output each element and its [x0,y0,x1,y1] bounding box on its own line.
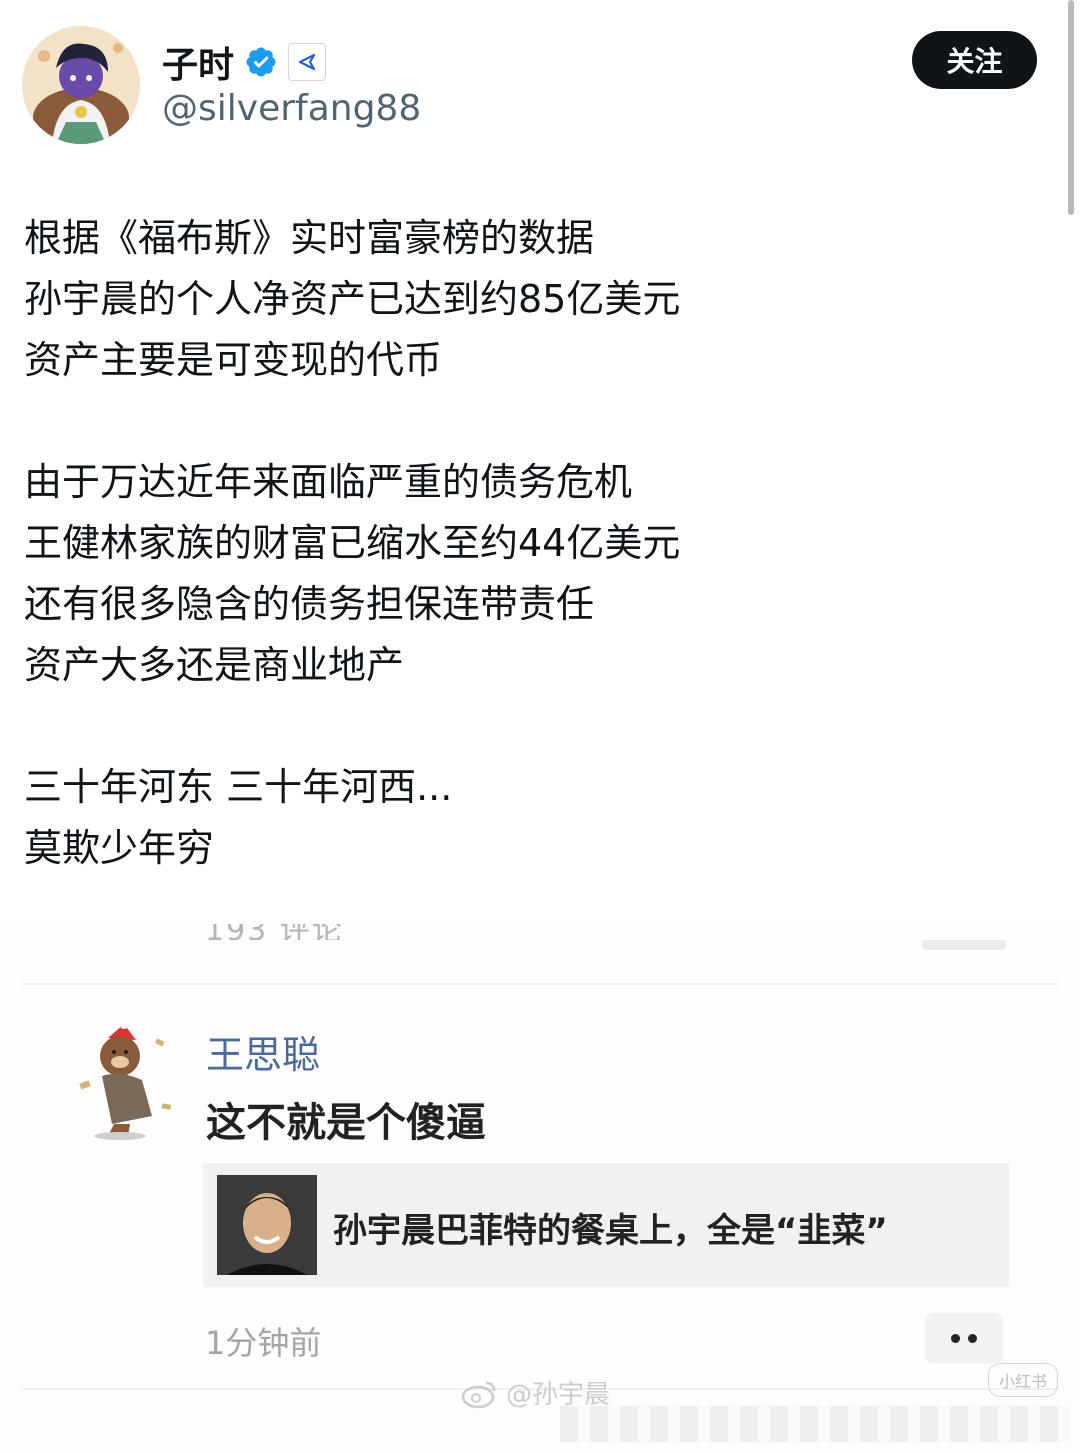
tweet-line: 还有很多隐含的债务担保连带责任 [24,582,595,626]
display-name[interactable]: 子时 [162,36,234,88]
article-title: 孙宇晨巴菲特的餐桌上，全是“韭菜” [333,1211,888,1251]
dot-icon [968,1333,977,1343]
verified-badge-icon [246,47,276,77]
bear-sticker-icon [79,1021,172,1140]
follow-button[interactable]: 关注 [912,31,1037,89]
comment-text: 这不就是个傻逼 [206,1100,486,1146]
more-options-button[interactable] [925,1313,1003,1363]
tweet-line: 王健林家族的财富已缩水至约44亿美元 [24,521,681,565]
name-row: 子时 [162,36,327,88]
tweet-line: 由于万达近年来面临严重的债务危机 [24,460,633,504]
tweet-line: 三十年河东 三十年河西... [24,765,453,809]
tweet-line: 孙宇晨的个人净资产已达到约85亿美元 [24,277,681,321]
user-handle[interactable]: @silverfang88 [162,88,421,129]
commenter-avatar[interactable] [72,1020,182,1140]
blurred-text [560,1406,1070,1442]
weibo-logo-icon [461,1381,496,1408]
cut-off-element [922,940,1006,950]
comment-timestamp: 1分钟前 [205,1324,322,1362]
dot-icon [951,1333,960,1343]
article-thumbnail [217,1175,317,1275]
scrollbar[interactable] [1068,0,1074,215]
user-avatar[interactable] [22,26,140,144]
tweet-line: 莫欺少年穷 [24,826,215,870]
shared-article-card[interactable]: 孙宇晨巴菲特的餐桌上，全是“韭菜” [203,1163,1009,1287]
affiliate-badge-icon [288,43,327,81]
tweet-line: 资产主要是可变现的代币 [24,338,443,382]
cartoon-avatar-icon [22,26,140,144]
cut-off-text: 193 评论 [205,924,344,940]
commenter-name[interactable]: 王思聪 [206,1024,320,1079]
tweet-page: 子时 @silverfang88 关注 根据《福布斯》实时富豪榜的数据 孙宇晨的… [0,0,1080,1453]
tweet-line: 根据《福布斯》实时富豪榜的数据 [24,216,595,260]
tweet-text: 根据《福布斯》实时富豪榜的数据 孙宇晨的个人净资产已达到约85亿美元 资产主要是… [24,208,1034,879]
divider [22,983,1058,985]
xiaohongshu-watermark: 小红书 [988,1363,1059,1397]
tweet-line: 资产大多还是商业地产 [24,643,405,687]
